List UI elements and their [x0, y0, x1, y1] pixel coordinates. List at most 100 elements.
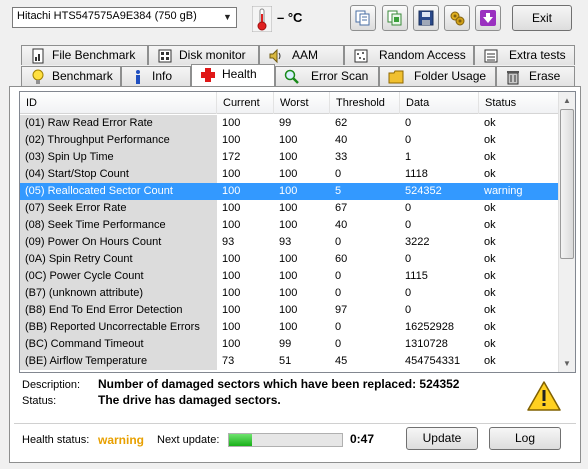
table-row[interactable]: (02) Throughput Performance 100 100 40 0 ok	[20, 132, 560, 149]
table-cell: (0A) Spin Retry Count	[20, 251, 217, 268]
table-cell: 100	[222, 168, 241, 180]
tab-label: Random Access	[379, 48, 466, 62]
tab-label: Info	[152, 69, 173, 83]
table-cell: 454754331	[405, 355, 461, 367]
column-header-status[interactable]: Status	[479, 92, 560, 114]
tab-label: Error Scan	[311, 69, 369, 83]
table-cell: 3222	[405, 236, 430, 248]
tab-label: Extra tests	[509, 48, 566, 62]
vertical-scrollbar[interactable]: ▲ ▼	[558, 92, 575, 372]
table-row[interactable]: (07) Seek Error Rate 100 100 67 0 ok	[20, 200, 560, 217]
table-cell: (08) Seek Time Performance	[20, 217, 217, 234]
copy-all-button[interactable]	[382, 5, 408, 31]
table-row[interactable]: (B8) End To End Error Detection 100 100 97 0…	[20, 302, 560, 319]
table-cell: (02) Throughput Performance	[20, 132, 217, 149]
table-cell: (03) Spin Up Time	[20, 149, 217, 166]
table-cell: ok	[484, 304, 496, 316]
table-row[interactable]: (BE) Airflow Temperature 73 51 45 454754331 o…	[20, 353, 560, 370]
tab-row-1: File Benchmark Disk monitor AAM Random A…	[9, 45, 581, 65]
temperature-readout: – °C	[277, 10, 303, 25]
table-cell: 99	[279, 117, 292, 129]
table-cell: 97	[335, 304, 348, 316]
column-header-worst[interactable]: Worst	[274, 92, 330, 114]
table-cell: ok	[484, 219, 496, 231]
scrollbar-thumb[interactable]	[560, 109, 574, 259]
column-header-threshold[interactable]: Threshold	[330, 92, 400, 114]
description-label: Description:	[22, 379, 81, 391]
tab-error-scan[interactable]: Error Scan	[275, 66, 379, 86]
column-header-data[interactable]: Data	[400, 92, 479, 114]
table-row[interactable]: (05) Reallocated Sector Count 100 100 5 5243…	[20, 183, 560, 200]
table-cell: 93	[222, 236, 235, 248]
table-row[interactable]: (BC) Command Timeout 100 99 0 1310728 ok	[20, 336, 560, 353]
table-cell: 62	[335, 117, 348, 129]
table-cell: 100	[279, 134, 298, 146]
description-value: Number of damaged sectors which have bee…	[98, 377, 460, 391]
table-cell: 1	[405, 151, 412, 163]
table-cell: 100	[279, 270, 298, 282]
table-row[interactable]: (0C) Power Cycle Count 100 100 0 1115 ok	[20, 268, 560, 285]
table-cell: 100	[279, 287, 298, 299]
table-cell: 100	[222, 219, 241, 231]
tab-file-benchmark[interactable]: File Benchmark	[21, 45, 148, 65]
table-row[interactable]: (09) Power On Hours Count 93 93 0 3222 ok	[20, 234, 560, 251]
tab-health[interactable]: Health	[191, 64, 275, 86]
table-cell: 100	[279, 304, 298, 316]
update-button[interactable]: Update	[406, 427, 478, 450]
magnifier-icon	[284, 69, 299, 84]
table-row[interactable]: (04) Start/Stop Count 100 100 0 1118 ok	[20, 166, 560, 183]
table-row[interactable]: (03) Spin Up Time 172 100 33 1 ok	[20, 149, 560, 166]
table-cell: (B7) (unknown attribute)	[20, 285, 217, 302]
drive-select[interactable]: Hitachi HTS547575A9E384 (750 gB) ▼	[12, 7, 237, 28]
exit-button[interactable]: Exit	[512, 5, 572, 31]
table-cell: 33	[335, 151, 348, 163]
table-cell: 0	[335, 236, 342, 248]
table-row[interactable]: (01) Raw Read Error Rate 100 99 62 0 ok	[20, 115, 560, 132]
column-header-current[interactable]: Current	[217, 92, 274, 114]
table-cell: 100	[222, 338, 241, 350]
table-cell: ok	[484, 270, 496, 282]
log-button[interactable]: Log	[489, 427, 561, 450]
scroll-up-icon[interactable]: ▲	[559, 92, 575, 109]
table-row[interactable]: (B7) (unknown attribute) 100 100 0 0 ok	[20, 285, 560, 302]
table-cell: (07) Seek Error Rate	[20, 200, 217, 217]
extra-tests-icon	[484, 49, 498, 63]
tab-info[interactable]: Info	[121, 66, 191, 86]
tab-benchmark[interactable]: Benchmark	[21, 66, 121, 86]
smart-attribute-table[interactable]: ID Current Worst Threshold Data Status (…	[19, 91, 576, 373]
chevron-down-icon[interactable]: ▼	[219, 8, 236, 27]
copy-button[interactable]	[350, 5, 376, 31]
drive-select-value: Hitachi HTS547575A9E384 (750 gB)	[17, 10, 197, 22]
table-cell: 0	[405, 253, 412, 265]
scroll-down-icon[interactable]: ▼	[559, 355, 575, 372]
table-cell: (BE) Airflow Temperature	[20, 353, 217, 370]
minimize-to-tray-button[interactable]	[475, 5, 501, 31]
table-cell: 60	[335, 253, 348, 265]
copy-icon	[355, 10, 370, 26]
table-cell: 100	[222, 202, 241, 214]
options-icon	[450, 11, 465, 26]
table-cell: 100	[279, 202, 298, 214]
status-label: Status:	[22, 395, 57, 407]
random-access-icon	[354, 49, 368, 63]
tab-folder-usage[interactable]: Folder Usage	[379, 66, 496, 86]
table-row[interactable]: (08) Seek Time Performance 100 100 40 0 ok	[20, 217, 560, 234]
tab-disk-monitor[interactable]: Disk monitor	[148, 45, 259, 65]
table-cell: 93	[279, 236, 292, 248]
table-cell: 51	[279, 355, 292, 367]
table-row[interactable]: (BB) Reported Uncorrectable Errors 100 100…	[20, 319, 560, 336]
table-cell: 0	[405, 117, 412, 129]
save-icon	[418, 10, 434, 26]
options-button[interactable]	[444, 5, 470, 31]
table-cell: ok	[484, 321, 496, 333]
table-cell: 45	[335, 355, 348, 367]
tab-random-access[interactable]: Random Access	[344, 45, 474, 65]
tab-aam[interactable]: AAM	[259, 45, 344, 65]
column-header-id[interactable]: ID	[20, 92, 217, 114]
tab-label: Erase	[529, 69, 561, 83]
save-button[interactable]	[413, 5, 439, 31]
table-row[interactable]: (0A) Spin Retry Count 100 100 60 0 ok	[20, 251, 560, 268]
tab-erase[interactable]: Erase	[496, 66, 575, 86]
tab-extra-tests[interactable]: Extra tests	[474, 45, 575, 65]
table-cell: ok	[484, 338, 496, 350]
